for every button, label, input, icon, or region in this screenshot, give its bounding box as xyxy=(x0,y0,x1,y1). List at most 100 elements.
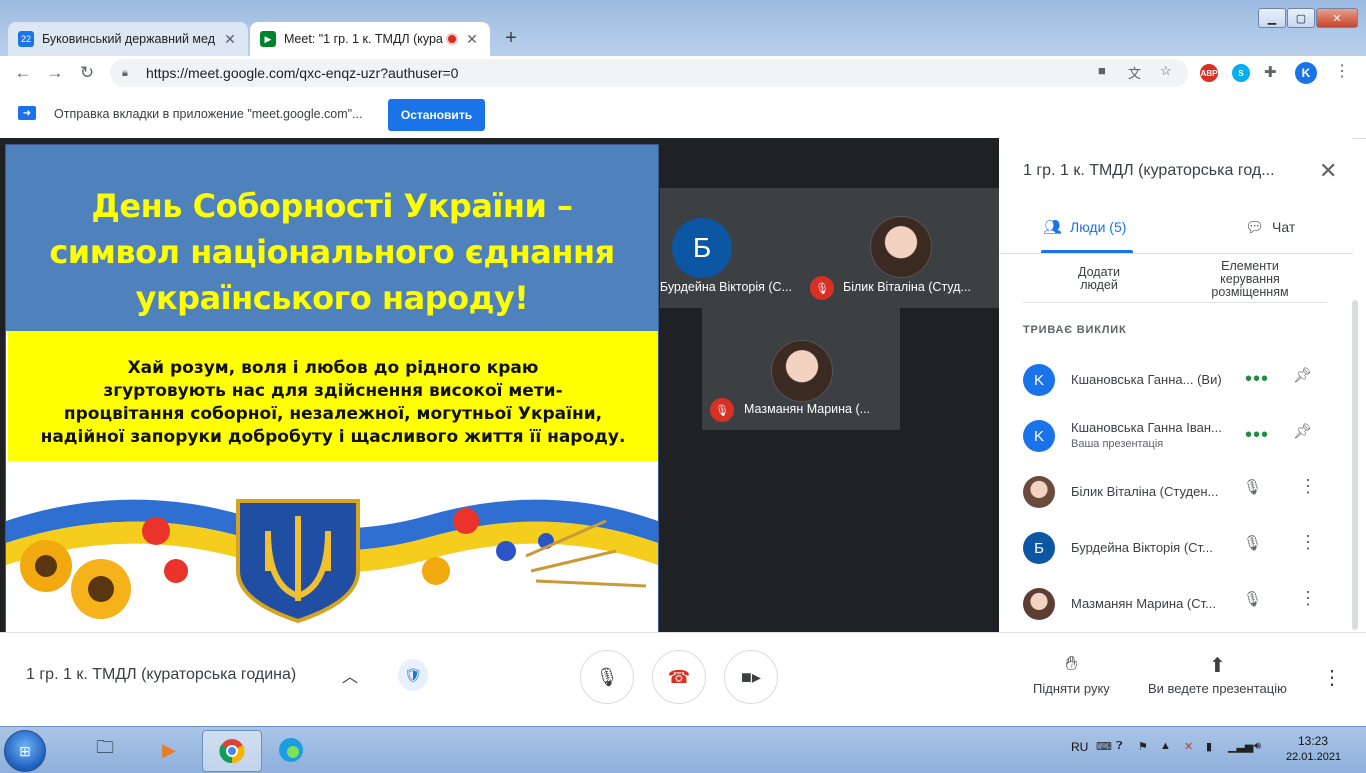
language-indicator[interactable]: RU xyxy=(1071,740,1088,754)
skype-icon[interactable]: S xyxy=(1232,64,1250,82)
sharing-message: Отправка вкладки в приложение "meet.goog… xyxy=(54,107,363,121)
participant-subtitle: Ваша презентація xyxy=(1071,438,1164,450)
tile-name: Мазманян Марина (... xyxy=(744,402,871,416)
power-icon[interactable]: ▮ xyxy=(1206,740,1212,753)
recording-indicator-icon xyxy=(446,33,458,45)
windows-start-button[interactable]: ⊞ xyxy=(4,730,46,772)
meeting-controls-bar: 1 гр. 1 к. ТМДЛ (кураторська година) ︿ 🛡… xyxy=(0,632,1366,727)
translate-icon[interactable]: 文 xyxy=(1128,63,1141,82)
more-options-icon[interactable]: ⋮ xyxy=(1322,665,1342,690)
profile-avatar[interactable]: K xyxy=(1295,62,1317,84)
raise-hand-button[interactable]: ✋︎ Підняти руку xyxy=(1033,653,1110,696)
url-text[interactable]: https://meet.google.com/qxc-enqz-uzr?aut… xyxy=(146,65,458,81)
file-explorer-icon[interactable]: 🗀︎ xyxy=(76,730,134,770)
more-vert-icon[interactable]: ⋮ xyxy=(1299,532,1317,553)
hang-up-button[interactable]: ☎︎ xyxy=(652,650,706,704)
security-shield-icon[interactable]: 🛡︎ xyxy=(398,659,428,691)
network-icon[interactable]: ✕ xyxy=(1184,740,1193,753)
participant-row[interactable]: Б Бурдейна Вікторія (Ст... 🎙︎ ⋮ xyxy=(999,520,1353,576)
mic-icon: 🎙︎ xyxy=(595,666,619,687)
media-player-icon[interactable]: ▶ xyxy=(140,730,198,770)
more-dots-icon[interactable]: ••• xyxy=(1245,424,1269,447)
camera-button[interactable]: ■▸ xyxy=(724,650,778,704)
tab-title: Буковинський державний мед xyxy=(42,32,215,46)
videocam-icon: ■▸ xyxy=(741,666,761,687)
tile-name: Бурдейна Вікторія (С... xyxy=(659,280,792,294)
slide-title-line: День Соборності України – xyxy=(91,187,573,225)
tab-people[interactable]: 👥︎ Люди (5) xyxy=(1043,218,1126,236)
divider xyxy=(1023,302,1327,303)
participant-name: Бурдейна Вікторія (Ст... xyxy=(1071,540,1213,555)
clock-date[interactable]: 22.01.2021 xyxy=(1286,751,1341,763)
tab-university[interactable]: 22 Буковинський державний мед ✕ xyxy=(8,22,248,56)
meeting-name[interactable]: 1 гр. 1 к. ТМДЛ (кураторська година) xyxy=(26,666,296,684)
mic-off-icon: 🎙︎ xyxy=(810,276,834,300)
add-people-button[interactable]: Додати людей xyxy=(1059,266,1139,292)
chrome-taskbar-icon[interactable] xyxy=(202,730,262,772)
tab-chat[interactable]: 💬︎ Чат xyxy=(1245,218,1295,236)
avatar: Б xyxy=(672,218,732,278)
tab-meet[interactable]: ▶ Meet: "1 гр. 1 к. ТМДЛ (кура ✕ xyxy=(250,22,490,56)
flag-icon[interactable]: ⚑ xyxy=(1138,740,1148,753)
close-window-button[interactable]: ✕ xyxy=(1316,8,1358,28)
microphone-button[interactable]: 🎙︎ xyxy=(580,650,634,704)
edge-icon xyxy=(279,738,303,762)
new-tab-button[interactable]: + xyxy=(497,24,525,52)
pin-icon[interactable]: 📌︎ xyxy=(1293,422,1312,440)
volume-icon[interactable]: 🔊︎ xyxy=(1254,740,1261,753)
participant-row[interactable]: Мазманян Марина (Ст... 🎙︎ ⋮ xyxy=(999,576,1353,632)
adblock-icon[interactable]: ABP xyxy=(1200,64,1218,82)
participant-tile: 🎙︎ Мазманян Марина (... xyxy=(702,308,900,430)
panel-title: 1 гр. 1 к. ТМДЛ (кураторська год... xyxy=(1023,162,1275,179)
participant-row[interactable]: K Кшановська Ганна... (Ви) ••• 📌︎ xyxy=(999,352,1353,408)
panel-scrollbar[interactable] xyxy=(1352,300,1358,630)
camera-icon[interactable]: ■ xyxy=(1098,63,1106,78)
participant-name: Кшановська Ганна... (Ви) xyxy=(1071,372,1233,387)
mic-off-icon[interactable]: 🎙︎ xyxy=(1243,590,1262,608)
more-vert-icon[interactable]: ⋮ xyxy=(1299,588,1317,609)
participant-row[interactable]: K Кшановська Ганна Іван... Ваша презента… xyxy=(999,408,1353,464)
show-hidden-icons-icon[interactable]: ▲ xyxy=(1160,740,1171,752)
signal-icon[interactable]: ▁▃▅ xyxy=(1228,740,1253,753)
address-bar[interactable]: 🔒︎ https://meet.google.com/qxc-enqz-uzr?… xyxy=(110,59,1188,87)
lock-icon[interactable]: 🔒︎ xyxy=(122,67,136,80)
close-icon[interactable]: ✕ xyxy=(464,31,480,48)
mic-off-icon[interactable]: 🎙︎ xyxy=(1243,534,1262,552)
maximize-window-button[interactable]: ▢ xyxy=(1287,8,1315,28)
avatar: Б xyxy=(1023,532,1055,564)
pin-icon[interactable]: 📌︎ xyxy=(1293,366,1312,384)
browser-menu-icon[interactable]: ⋮ xyxy=(1334,61,1350,81)
layout-controls-button[interactable]: Елементи керування розміщенням xyxy=(1195,260,1305,299)
screen-share-icon: ➜ xyxy=(18,106,36,120)
participant-row[interactable]: Білик Віталіна (Студен... 🎙︎ ⋮ xyxy=(999,464,1353,520)
slide-title-line: українського народу! xyxy=(135,279,529,317)
more-vert-icon[interactable]: ⋮ xyxy=(1299,476,1317,497)
slide-quote-line: процвітання соборної, незалежної, могутн… xyxy=(63,404,603,424)
extensions-puzzle-icon[interactable]: ✚ xyxy=(1264,63,1277,81)
close-icon[interactable]: ✕ xyxy=(1319,158,1337,184)
more-dots-icon[interactable]: ••• xyxy=(1245,368,1269,391)
slide-quote-line: згуртовують нас для здійснення високої м… xyxy=(103,381,563,401)
bookmark-star-icon[interactable]: ☆ xyxy=(1160,63,1172,79)
edge-taskbar-icon[interactable] xyxy=(262,730,320,770)
participant-tiles-row: Б Бурдейна Вікторія (С... 🎙︎ Білик Вітал… xyxy=(660,188,999,308)
avatar xyxy=(870,216,932,278)
back-arrow-icon[interactable]: ← xyxy=(12,62,34,84)
avatar xyxy=(1023,588,1055,620)
slide-title-line: символ національного єднання xyxy=(49,233,615,271)
minimize-window-button[interactable]: ▁ xyxy=(1258,8,1286,28)
mic-off-icon[interactable]: 🎙︎ xyxy=(1243,478,1262,496)
chevron-up-icon[interactable]: ︿ xyxy=(342,663,358,687)
help-icon[interactable]: ❓︎ xyxy=(1116,740,1123,753)
windows-taskbar: ⊞ 🗀︎ ▶ RU ⌨︎ ❓︎ ⚑ ▲ ✕ ▮ ▁▃▅ 🔊︎ 13:23 22.… xyxy=(0,726,1366,773)
reload-icon[interactable]: ↻ xyxy=(76,62,98,84)
participant-suffix: (Ви) xyxy=(1197,372,1222,387)
forward-arrow-icon[interactable]: → xyxy=(44,62,66,84)
stop-sharing-button[interactable]: Остановить xyxy=(388,99,485,131)
close-icon[interactable]: ✕ xyxy=(222,31,238,48)
section-heading: ТРИВАЄ ВИКЛИК xyxy=(1023,324,1127,336)
presenting-button[interactable]: ⬆︎ Ви ведете презентацію xyxy=(1148,653,1287,696)
presenting-label: Ви ведете презентацію xyxy=(1148,681,1287,696)
clock-time[interactable]: 13:23 xyxy=(1298,734,1328,748)
keyboard-icon[interactable]: ⌨︎ xyxy=(1096,740,1112,753)
